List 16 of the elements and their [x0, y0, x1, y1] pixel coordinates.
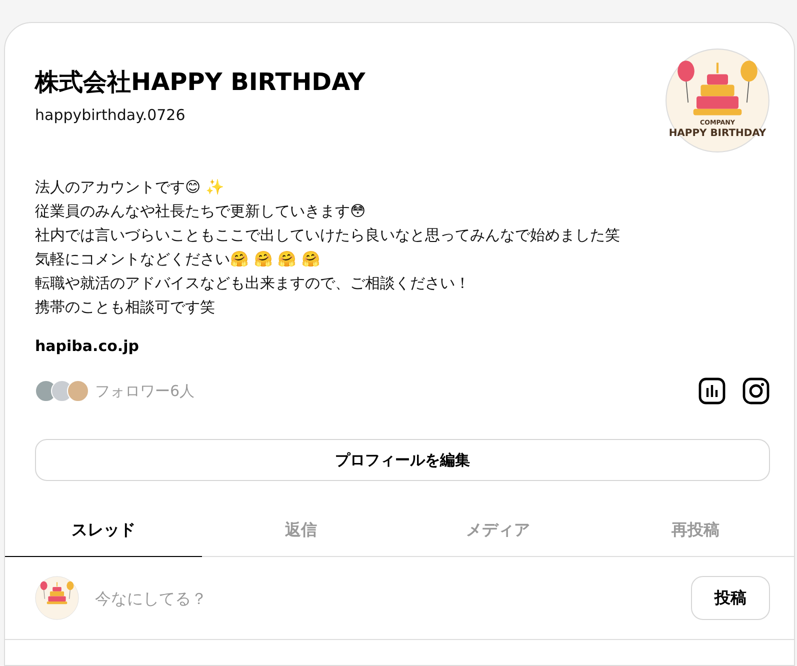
bio-line: 携帯のことも相談可です笑	[35, 297, 216, 318]
profile-name: 株式会社HAPPY BIRTHDAY	[35, 67, 366, 98]
post-button[interactable]: 投稿	[691, 576, 770, 620]
bio-line: 従業員のみんなや社長たちで更新していきます😳	[35, 201, 367, 222]
camera-icon[interactable]	[742, 377, 770, 405]
bio-line: 社内では言いづらいこともここで出していけたら良いなと思ってみんなで始めました笑	[35, 225, 621, 246]
bio-line: 気軽にコメントなどください🤗 🤗 🤗 🤗	[35, 249, 322, 270]
edit-profile-button[interactable]: プロフィールを編集	[35, 439, 770, 481]
profile-handle: happybirthday.0726	[35, 106, 186, 124]
website-link[interactable]: hapiba.co.jp	[35, 337, 140, 355]
bio-line: 転職や就活のアドバイスなども出来ますので、ご相談ください！	[35, 273, 471, 294]
bio-line: 法人のアカウントです😊 ✨	[35, 177, 226, 198]
cake-logo-avatar	[35, 576, 79, 620]
photo-placeholder	[67, 380, 89, 402]
insights-icon[interactable]	[698, 377, 726, 405]
profile-tab[interactable]: スレッド	[5, 505, 202, 557]
